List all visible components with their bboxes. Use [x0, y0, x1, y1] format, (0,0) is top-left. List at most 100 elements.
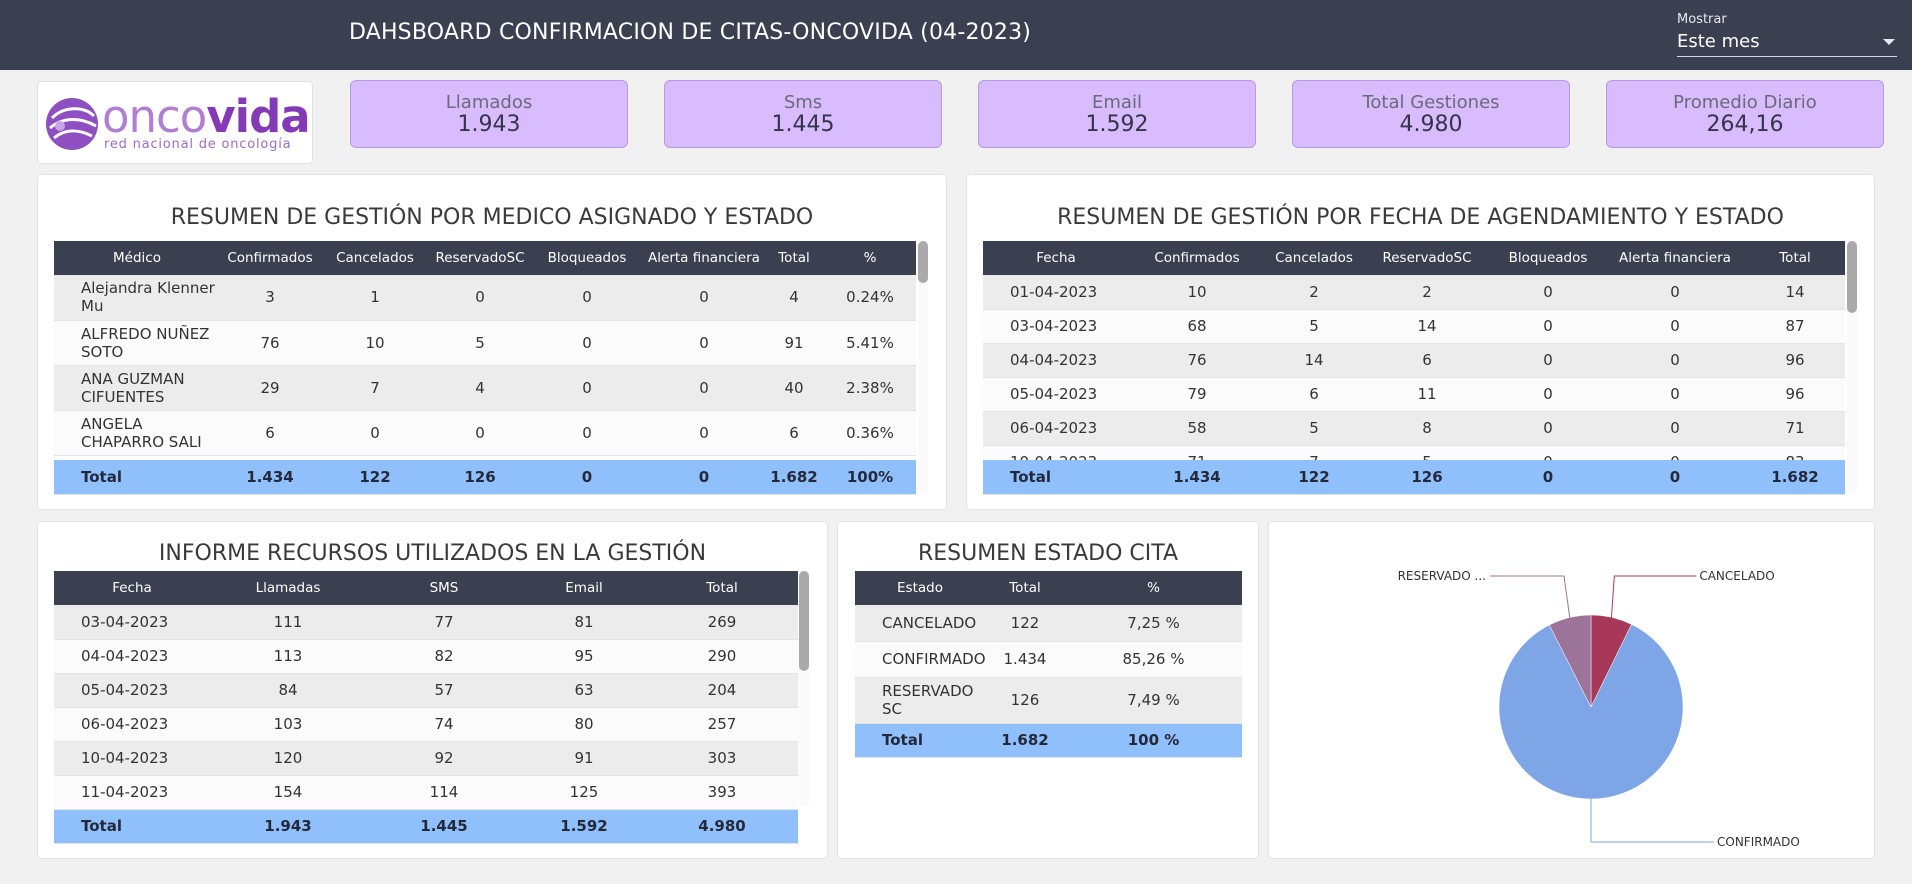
- table-cell: 10: [320, 320, 430, 366]
- table-row[interactable]: 03-04-2023 111 77 81 269: [54, 605, 798, 640]
- table-row[interactable]: 01-04-2023 10 2 2 0 0 14: [983, 275, 1845, 310]
- table-cell: 11: [1363, 377, 1491, 412]
- date-filter-select[interactable]: Este mes: [1677, 31, 1897, 57]
- medico-scrollbar[interactable]: [918, 241, 928, 493]
- table-cell: 8: [1363, 411, 1491, 446]
- table-row[interactable]: 04-04-2023 76 14 6 0 0 96: [983, 343, 1845, 378]
- table-cell: 114: [366, 775, 522, 810]
- table-cell: 125: [522, 775, 646, 810]
- column-header[interactable]: Fecha: [983, 241, 1129, 275]
- fecha-total-row: Total 1.434 122 126 0 0 1.682: [983, 460, 1845, 495]
- table-row[interactable]: 06-04-2023 58 5 8 0 0 71: [983, 411, 1845, 446]
- kpi-label: Promedio Diario: [1673, 92, 1817, 113]
- column-header[interactable]: Cancelados: [320, 241, 430, 275]
- column-header[interactable]: SMS: [366, 571, 522, 605]
- total-cell: 100%: [824, 460, 916, 495]
- table-row[interactable]: 11-04-2023 154 114 125 393: [54, 775, 798, 810]
- scrollbar-thumb[interactable]: [918, 241, 928, 283]
- table-cell: 269: [646, 605, 798, 640]
- table-row[interactable]: ANGELA CHAPARRO SALI 6 0 0 0 0 6 0.36%: [54, 410, 916, 456]
- pie-label: CANCELADO: [1699, 569, 1774, 583]
- table-cell: 0: [1491, 343, 1605, 378]
- column-header[interactable]: %: [824, 241, 916, 275]
- table-cell: 290: [646, 639, 798, 674]
- column-header[interactable]: Alerta financiera: [1605, 241, 1745, 275]
- fecha-table: Fecha Confirmados Cancelados ReservadoSC Blo…: [983, 241, 1845, 466]
- table-row[interactable]: CANCELADO 122 7,25 %: [855, 605, 1242, 642]
- scrollbar-thumb[interactable]: [1847, 241, 1857, 313]
- table-cell: 2.38%: [824, 365, 916, 411]
- table-cell: 3: [220, 275, 320, 321]
- medico-table-viewport[interactable]: Médico Confirmados Cancelados ReservadoSC Bl…: [54, 241, 916, 468]
- table-row[interactable]: 05-04-2023 84 57 63 204: [54, 673, 798, 708]
- recursos-table: Fecha Llamadas SMS Email Total 03-04-2023 111…: [54, 571, 798, 844]
- oncovida-logo-icon: [46, 98, 98, 150]
- table-row[interactable]: 05-04-2023 79 6 11 0 0 96: [983, 377, 1845, 412]
- panel-title: RESUMEN DE GESTIÓN POR MEDICO ASIGNADO Y…: [170, 205, 814, 230]
- date-filter[interactable]: Mostrar Este mes: [1677, 12, 1897, 57]
- column-header[interactable]: Bloqueados: [1491, 241, 1605, 275]
- scrollbar-thumb[interactable]: [799, 571, 809, 671]
- column-header[interactable]: Total: [764, 241, 824, 275]
- column-header[interactable]: Email: [522, 571, 646, 605]
- recursos-table-viewport[interactable]: Fecha Llamadas SMS Email Total 03-04-2023 111…: [54, 571, 798, 857]
- chevron-down-icon[interactable]: [1883, 39, 1895, 45]
- kpi-total-gestiones: Total Gestiones 4.980: [1292, 80, 1570, 148]
- recursos-scrollbar[interactable]: [799, 571, 809, 807]
- table-row[interactable]: 10-04-2023 120 92 91 303: [54, 741, 798, 776]
- fecha-scrollbar[interactable]: [1847, 241, 1857, 493]
- table-cell: ANA GUZMAN CIFUENTES: [54, 365, 220, 411]
- kpi-value: 264,16: [1706, 112, 1784, 137]
- column-header[interactable]: Médico: [54, 241, 220, 275]
- column-header[interactable]: ReservadoSC: [1363, 241, 1491, 275]
- fecha-table-viewport[interactable]: Fecha Confirmados Cancelados ReservadoSC Blo…: [983, 241, 1845, 466]
- pie-leader-line: [1590, 799, 1714, 843]
- table-cell: 29: [220, 365, 320, 411]
- column-header[interactable]: Bloqueados: [530, 241, 644, 275]
- column-header[interactable]: Estado: [855, 571, 985, 605]
- kpi-email: Email 1.592: [978, 80, 1256, 148]
- table-cell: 76: [1129, 343, 1265, 378]
- column-header[interactable]: %: [1065, 571, 1242, 605]
- column-header[interactable]: Total: [985, 571, 1065, 605]
- column-header[interactable]: ReservadoSC: [430, 241, 530, 275]
- table-cell: 04-04-2023: [54, 639, 210, 674]
- column-header[interactable]: Llamadas: [210, 571, 366, 605]
- column-header[interactable]: Total: [1745, 241, 1845, 275]
- table-row[interactable]: 03-04-2023 68 5 14 0 0 87: [983, 309, 1845, 344]
- table-cell: 154: [210, 775, 366, 810]
- table-row[interactable]: ANA GUZMAN CIFUENTES 29 7 4 0 0 40 2.38%: [54, 365, 916, 411]
- column-header[interactable]: Alerta financiera: [644, 241, 764, 275]
- table-cell: 82: [366, 639, 522, 674]
- top-header: DAHSBOARD CONFIRMACION DE CITAS-ONCOVIDA…: [0, 0, 1912, 70]
- table-cell: 06-04-2023: [983, 411, 1129, 446]
- kpi-sms: Sms 1.445: [664, 80, 942, 148]
- table-row[interactable]: CONFIRMADO 1.434 85,26 %: [855, 641, 1242, 678]
- panel-resumen-fecha: RESUMEN DE GESTIÓN POR FECHA DE AGENDAMI…: [966, 174, 1875, 510]
- total-cell: 0: [1605, 460, 1745, 495]
- table-row[interactable]: 06-04-2023 103 74 80 257: [54, 707, 798, 742]
- table-row[interactable]: 04-04-2023 113 82 95 290: [54, 639, 798, 674]
- panel-pie-chart: CANCELADO RESERVADO ... CONFIRMADO: [1268, 521, 1875, 859]
- column-header[interactable]: Confirmados: [1129, 241, 1265, 275]
- table-cell: 0.36%: [824, 410, 916, 456]
- table-cell: 10: [1129, 275, 1265, 310]
- table-cell: 91: [522, 741, 646, 776]
- table-cell: 0: [530, 365, 644, 411]
- column-header[interactable]: Cancelados: [1265, 241, 1363, 275]
- column-header[interactable]: Fecha: [54, 571, 210, 605]
- table-cell: CANCELADO: [855, 605, 985, 642]
- table-cell: 0: [1605, 309, 1745, 344]
- kpi-value: 1.592: [1085, 112, 1149, 137]
- table-cell: 0: [1605, 411, 1745, 446]
- total-cell: 4.980: [646, 809, 798, 844]
- pie-leader-line: [1610, 575, 1697, 620]
- column-header[interactable]: Total: [646, 571, 798, 605]
- table-cell: 0: [530, 410, 644, 456]
- table-row[interactable]: RESERVADO SC 126 7,49 %: [855, 677, 1242, 724]
- total-cell: 0: [1491, 460, 1605, 495]
- column-header[interactable]: Confirmados: [220, 241, 320, 275]
- table-cell: 0.24%: [824, 275, 916, 321]
- table-row[interactable]: Alejandra Klenner Mu 3 1 0 0 0 4 0.24%: [54, 275, 916, 321]
- table-row[interactable]: ALFREDO NUÑEZ SOTO 76 10 5 0 0 91 5.41%: [54, 320, 916, 366]
